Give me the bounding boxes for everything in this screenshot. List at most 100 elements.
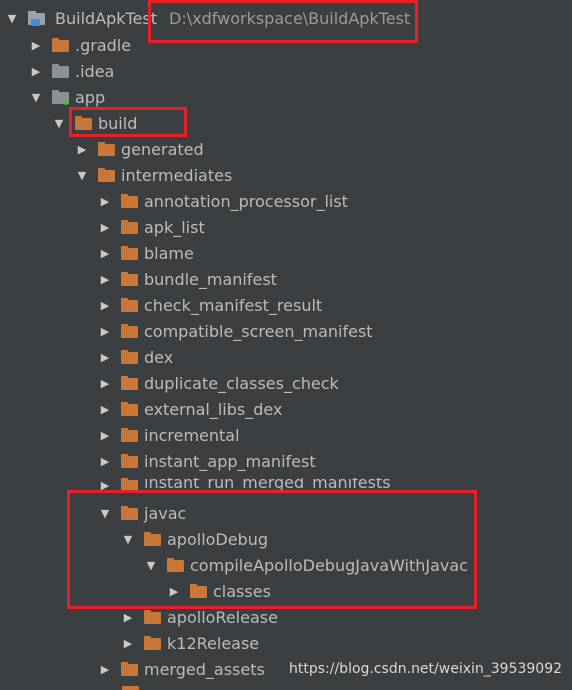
collapse-arrow-icon[interactable]: ▶: [99, 656, 111, 682]
collapse-arrow-icon[interactable]: ▶: [99, 318, 111, 344]
collapse-arrow-icon[interactable]: ▶: [76, 136, 88, 162]
project-icon: [28, 10, 47, 26]
tree-label: check_manifest_result: [144, 295, 323, 315]
expand-arrow-icon[interactable]: ▼: [76, 162, 88, 188]
tree-row-gradle[interactable]: ▶ .gradle: [0, 32, 572, 58]
folder-icon: [121, 428, 138, 442]
expand-arrow-icon[interactable]: ▼: [53, 110, 65, 136]
collapse-arrow-icon[interactable]: ▶: [99, 240, 111, 266]
folder-icon: [121, 220, 138, 234]
tree-row-instant-run-merged-manifests[interactable]: ▶ instant_run_merged_manifests: [0, 478, 572, 492]
tree-row-build[interactable]: ▼ build: [0, 110, 572, 136]
folder-icon: [52, 38, 69, 52]
folder-icon: [98, 168, 115, 182]
collapse-arrow-icon[interactable]: ▶: [99, 448, 111, 474]
tree-row-apollo-debug[interactable]: ▼ apolloDebug: [0, 526, 572, 552]
tree-row-generated[interactable]: ▶ generated: [0, 136, 572, 162]
tree-label: apolloRelease: [167, 607, 278, 627]
collapse-arrow-icon[interactable]: ▶: [168, 578, 180, 604]
tree-label: .gradle: [75, 35, 132, 55]
tree-row-intermediates[interactable]: ▼ intermediates: [0, 162, 572, 188]
tree-label: bundle_manifest: [144, 269, 277, 289]
project-name: BuildApkTest: [55, 8, 158, 28]
tree-label: intermediates: [121, 165, 233, 185]
tree-label: compileApolloDebugJavaWithJavac: [190, 555, 468, 575]
collapse-arrow-icon[interactable]: ▶: [99, 266, 111, 292]
tree-label: external_libs_dex: [144, 399, 283, 419]
tree-row-compatible-screen-manifest[interactable]: ▶ compatible_screen_manifest: [0, 318, 572, 344]
folder-icon: [75, 116, 92, 130]
watermark-text: https://blog.csdn.net/weixin_39539092: [289, 661, 563, 677]
folder-icon: [121, 402, 138, 416]
module-folder-icon: [52, 90, 69, 105]
tree-row-javac[interactable]: ▼ javac: [0, 500, 572, 526]
folder-icon: [121, 350, 138, 364]
tree-label: apolloDebug: [167, 529, 269, 549]
tree-label: apk_list: [144, 217, 205, 237]
tree-row-check-manifest-result[interactable]: ▶ check_manifest_result: [0, 292, 572, 318]
folder-icon: [121, 662, 138, 676]
collapse-arrow-icon[interactable]: ▶: [99, 344, 111, 370]
folder-icon: [144, 636, 161, 650]
tree-row-apk-list[interactable]: ▶ apk_list: [0, 214, 572, 240]
tree-row-dex[interactable]: ▶ dex: [0, 344, 572, 370]
expand-arrow-icon[interactable]: ▼: [145, 552, 157, 578]
tree-row-k12-release[interactable]: ▶ k12Release: [0, 630, 572, 656]
collapse-arrow-icon[interactable]: ▶: [99, 292, 111, 318]
tree-row-apollo-release[interactable]: ▶ apolloRelease: [0, 604, 572, 630]
collapse-arrow-icon[interactable]: ▶: [30, 58, 42, 84]
folder-icon: [121, 246, 138, 260]
collapse-arrow-icon[interactable]: ▶: [122, 630, 134, 656]
tree-label: .idea: [75, 61, 115, 81]
expand-arrow-icon[interactable]: ▼: [122, 526, 134, 552]
folder-icon: [121, 376, 138, 390]
collapse-arrow-icon[interactable]: ▶: [99, 478, 111, 492]
tree-label: generated: [121, 139, 204, 159]
folder-icon: [122, 686, 139, 690]
collapse-arrow-icon[interactable]: ▶: [122, 604, 134, 630]
tree-row-bundle-manifest[interactable]: ▶ bundle_manifest: [0, 266, 572, 292]
folder-icon: [121, 194, 138, 208]
tree-row-blame[interactable]: ▶ blame: [0, 240, 572, 266]
folder-icon: [167, 558, 184, 572]
tree-label: annotation_processor_list: [144, 191, 348, 211]
tree-row-duplicate-classes-check[interactable]: ▶ duplicate_classes_check: [0, 370, 572, 396]
project-tree: ▼ BuildApkTest D:\xdfworkspace\BuildApkT…: [0, 0, 572, 690]
folder-icon: [190, 584, 207, 598]
tree-label: javac: [144, 503, 187, 523]
collapse-arrow-icon[interactable]: ▶: [99, 396, 111, 422]
tree-label: k12Release: [167, 633, 260, 653]
collapse-arrow-icon[interactable]: ▶: [99, 422, 111, 448]
tree-row-partial: [0, 684, 572, 690]
tree-row-instant-app-manifest[interactable]: ▶ instant_app_manifest: [0, 448, 572, 474]
tree-label: compatible_screen_manifest: [144, 321, 373, 341]
tree-label: dex: [144, 347, 174, 367]
collapse-arrow-icon[interactable]: ▶: [99, 214, 111, 240]
tree-row-project[interactable]: ▼ BuildApkTest D:\xdfworkspace\BuildApkT…: [0, 5, 572, 31]
tree-label: app: [75, 87, 106, 107]
tree-row-incremental[interactable]: ▶ incremental: [0, 422, 572, 448]
folder-icon: [98, 142, 115, 156]
collapse-arrow-icon[interactable]: ▶: [30, 32, 42, 58]
tree-row-idea[interactable]: ▶ .idea: [0, 58, 572, 84]
tree-row-app[interactable]: ▼ app: [0, 84, 572, 110]
folder-icon: [144, 532, 161, 546]
tree-label: build: [98, 113, 138, 133]
expand-arrow-icon[interactable]: ▼: [6, 5, 18, 31]
tree-row-annotation-processor-list[interactable]: ▶ annotation_processor_list: [0, 188, 572, 214]
folder-icon: [121, 324, 138, 338]
expand-arrow-icon[interactable]: ▼: [99, 500, 111, 526]
collapse-arrow-icon[interactable]: ▶: [99, 188, 111, 214]
expand-arrow-icon[interactable]: ▼: [30, 84, 42, 110]
folder-icon: [121, 298, 138, 312]
folder-icon: [121, 506, 138, 520]
tree-label: incremental: [144, 425, 240, 445]
tree-row-classes[interactable]: ▶ classes: [0, 578, 572, 604]
tree-label: classes: [213, 581, 271, 601]
folder-icon: [144, 610, 161, 624]
tree-row-external-libs-dex[interactable]: ▶ external_libs_dex: [0, 396, 572, 422]
project-path: D:\xdfworkspace\BuildApkTest: [169, 8, 411, 28]
folder-icon: [121, 478, 138, 492]
tree-row-compile-apollo-debug-java-with-javac[interactable]: ▼ compileApolloDebugJavaWithJavac: [0, 552, 572, 578]
collapse-arrow-icon[interactable]: ▶: [99, 370, 111, 396]
